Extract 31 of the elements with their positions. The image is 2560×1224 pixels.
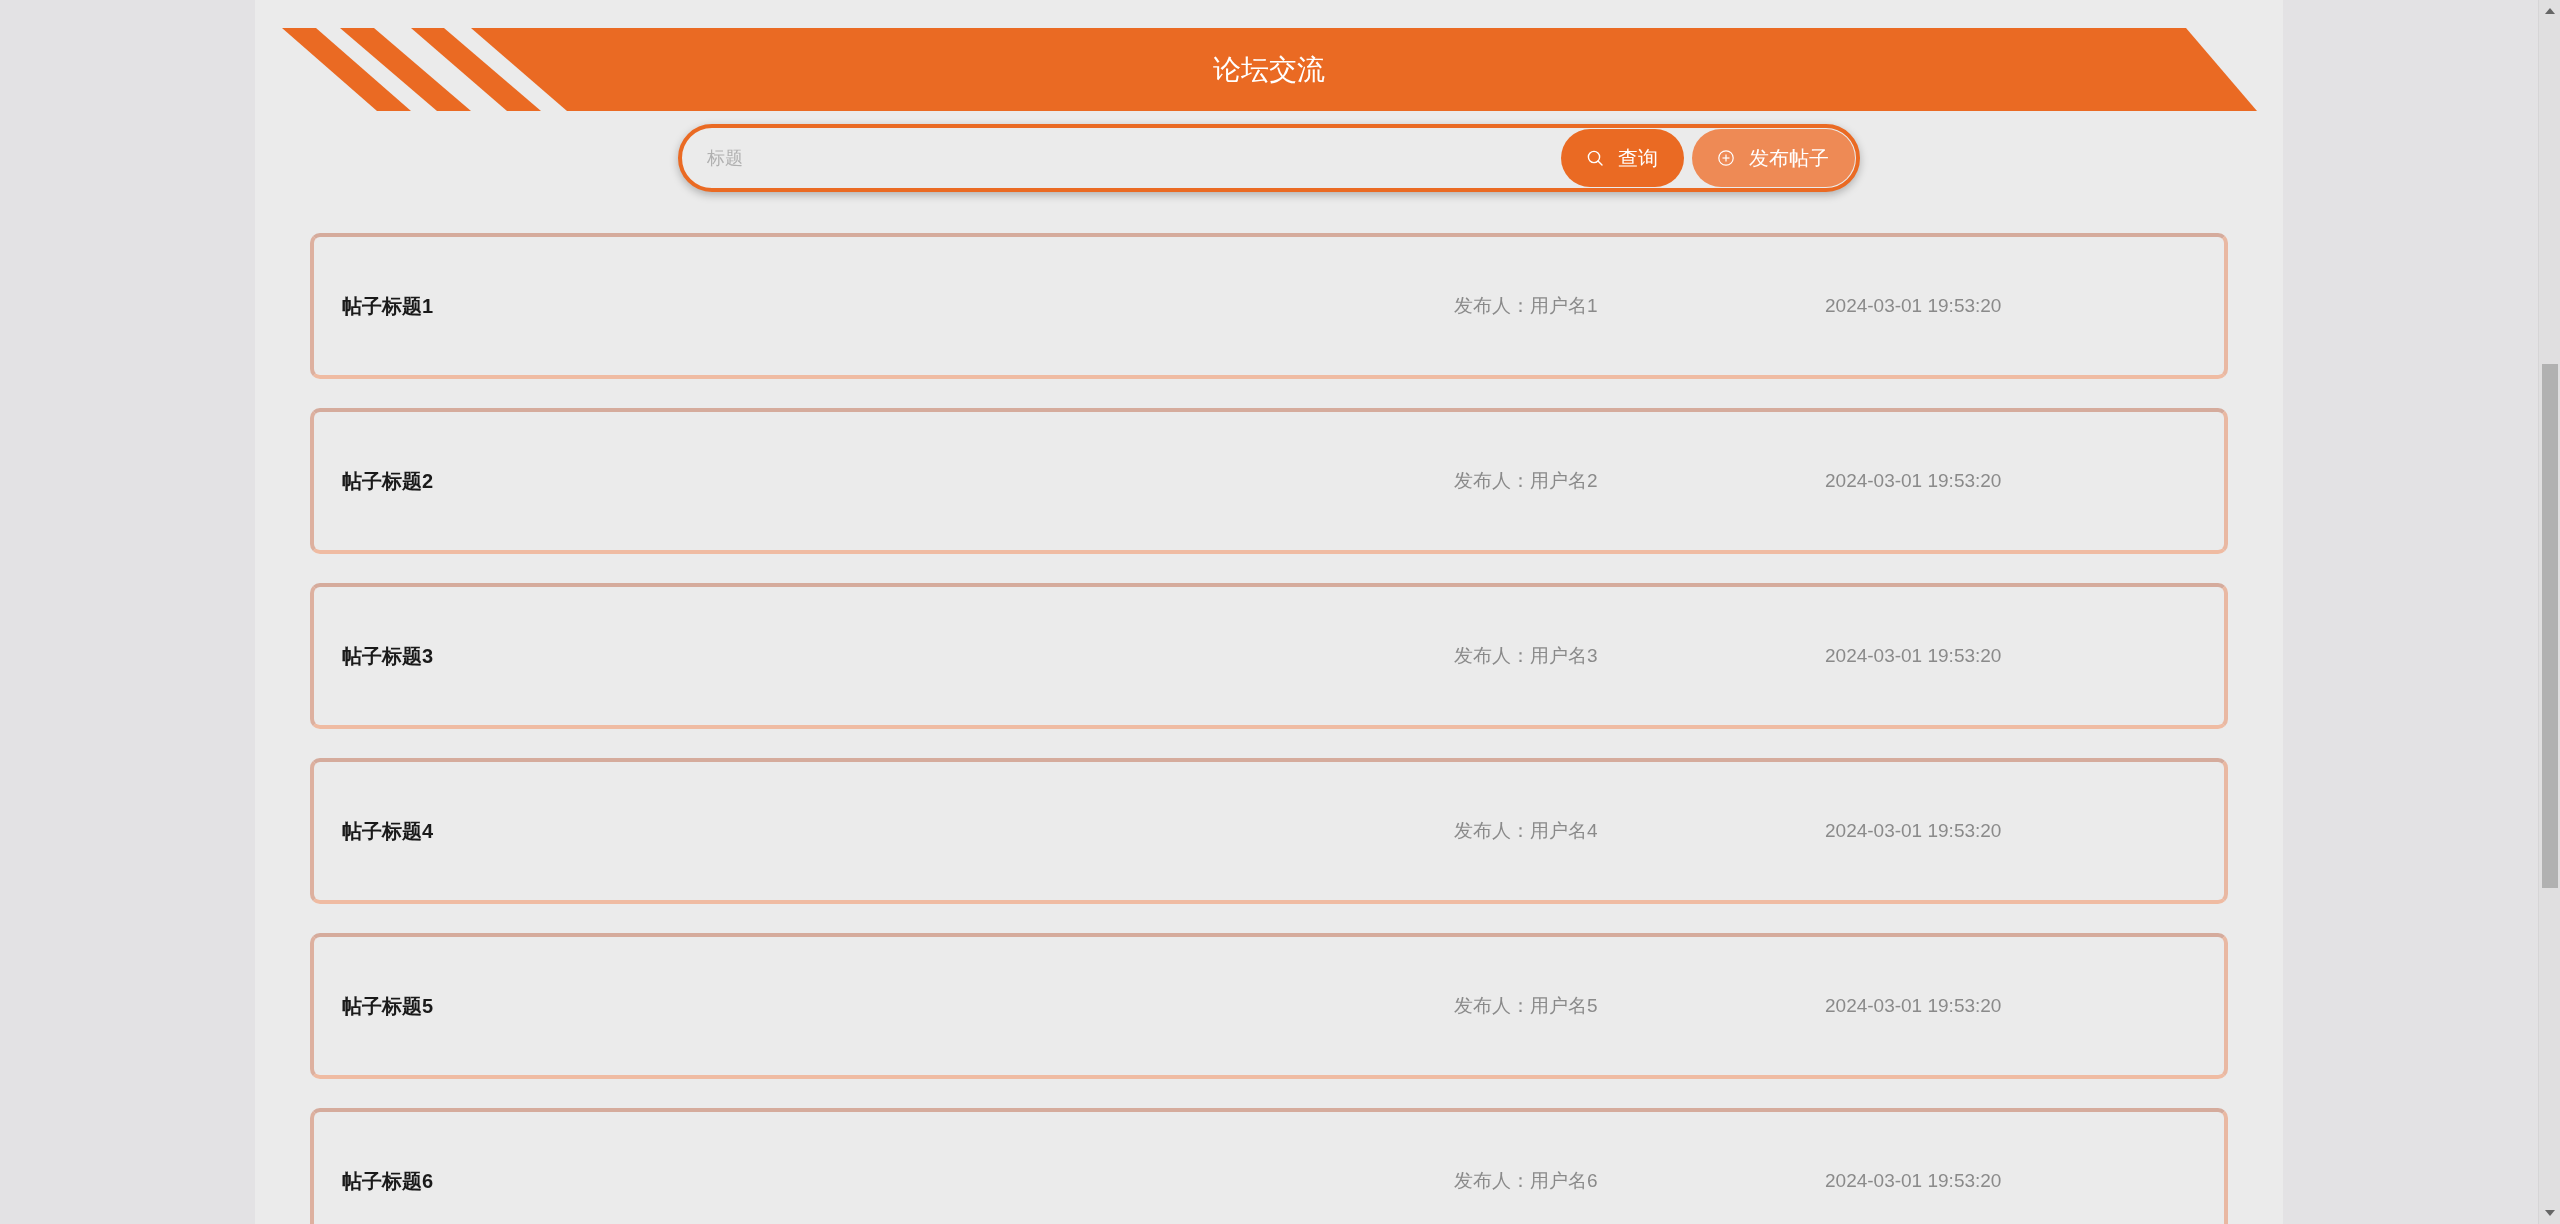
scroll-up-icon[interactable] (2544, 8, 2555, 14)
post-title: 帖子标题5 (342, 994, 435, 1019)
post-author: 发布人：用户名1 (1454, 293, 1599, 318)
post-author: 发布人：用户名4 (1454, 818, 1599, 843)
post-author: 发布人：用户名5 (1454, 993, 1599, 1018)
post-title: 帖子标题4 (342, 819, 435, 844)
post-card[interactable]: 帖子标题3 发布人：用户名3 2024-03-01 19:53:20 (310, 583, 2228, 729)
post-title: 帖子标题1 (342, 294, 435, 319)
post-title: 帖子标题3 (342, 644, 435, 669)
post-time: 2024-03-01 19:53:20 (1825, 818, 2003, 843)
post-title: 帖子标题6 (342, 1169, 435, 1194)
post-card[interactable]: 帖子标题1 发布人：用户名1 2024-03-01 19:53:20 (310, 233, 2228, 379)
post-time: 2024-03-01 19:53:20 (1825, 293, 2003, 318)
post-time: 2024-03-01 19:53:20 (1825, 1168, 2003, 1193)
post-author: 发布人：用户名2 (1454, 468, 1599, 493)
plus-circle-icon (1718, 150, 1734, 166)
post-card[interactable]: 帖子标题6 发布人：用户名6 2024-03-01 19:53:20 (310, 1108, 2228, 1224)
post-card[interactable]: 帖子标题4 发布人：用户名4 2024-03-01 19:53:20 (310, 758, 2228, 904)
search-icon (1587, 150, 1603, 166)
post-author: 发布人：用户名3 (1454, 643, 1599, 668)
search-field[interactable]: 标题 (683, 133, 1553, 183)
post-author: 发布人：用户名6 (1454, 1168, 1599, 1193)
post-time: 2024-03-01 19:53:20 (1825, 643, 2003, 668)
page-title: 论坛交流 (1213, 55, 1325, 84)
post-time: 2024-03-01 19:53:20 (1825, 468, 2003, 493)
post-time: 2024-03-01 19:53:20 (1825, 993, 2003, 1018)
post-card[interactable]: 帖子标题2 发布人：用户名2 2024-03-01 19:53:20 (310, 408, 2228, 554)
post-title: 帖子标题2 (342, 469, 435, 494)
scrollbar-thumb[interactable] (2541, 364, 2558, 888)
scroll-down-icon[interactable] (2544, 1210, 2555, 1216)
post-card[interactable]: 帖子标题5 发布人：用户名5 2024-03-01 19:53:20 (310, 933, 2228, 1079)
